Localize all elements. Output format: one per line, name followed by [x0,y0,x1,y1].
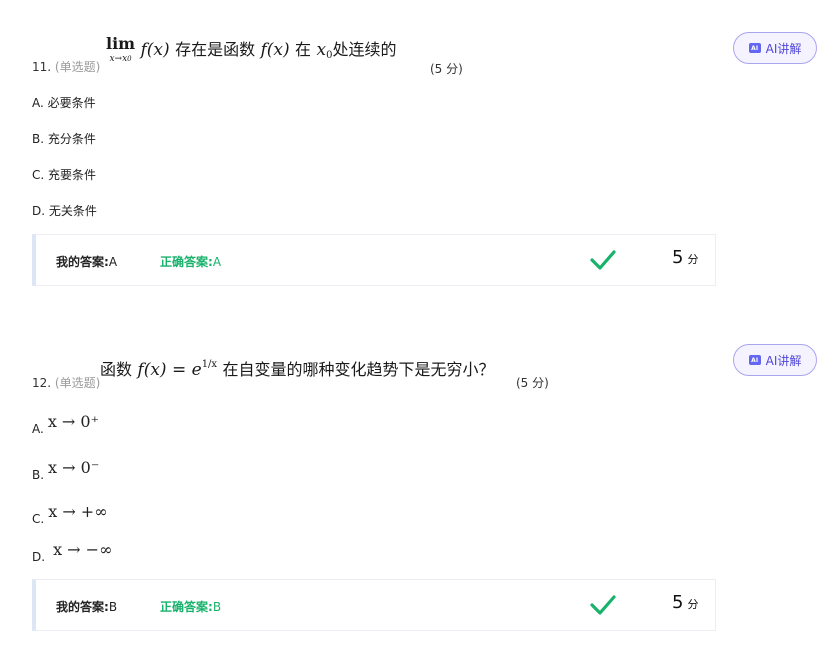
option-d: D. x → −∞ [32,540,113,564]
correct-answer: 正确答案:A [160,255,222,269]
question-header: 12. (单选题) [32,374,100,391]
option-b: B. 充分条件 [32,132,96,146]
ai-explain-label: AI讲解 [765,41,802,56]
question-type: (单选题) [54,376,101,390]
ai-explain-label: AI讲解 [765,353,802,368]
option-d: D. 无关条件 [32,204,97,218]
option-b: B. x → 0⁻ [32,458,100,482]
ai-explain-button[interactable]: AI AI讲解 [733,32,817,64]
ai-icon: AI [748,43,761,53]
my-answer: 我的答案:B [56,600,118,614]
question-number: 11. [32,60,52,74]
ai-icon: AI [748,355,761,365]
question-number: 12. [32,376,52,390]
answer-panel: 我的答案:A 正确答案:A 5分 [32,234,716,286]
correct-answer: 正确答案:B [160,600,222,614]
question-score-tag: (5 分) [516,376,549,390]
check-icon [590,595,616,615]
answer-panel: 我的答案:B 正确答案:B 5分 [32,579,716,631]
option-c: C. x → +∞ [32,502,108,526]
question-stem: 函数 f(x) = e1/x 在自变量的哪种变化趋势下是无穷小？ [100,359,495,380]
my-answer: 我的答案:A [56,255,118,269]
question-stem: lim x→x0 f(x) 存在是函数 f(x) 在 x0处连续的 [106,34,397,64]
question-score-tag: (5 分) [430,62,463,76]
question-header: 11. (单选题) [32,58,100,75]
question-points: 5分 [672,247,699,268]
option-a: A. 必要条件 [32,96,96,110]
ai-explain-button[interactable]: AI AI讲解 [733,344,817,376]
limit-operator: lim x→x0 [106,34,136,64]
question-type: (单选题) [54,60,101,74]
option-a: A. x → 0⁺ [32,412,100,436]
option-c: C. 充要条件 [32,168,97,182]
check-icon [590,250,616,270]
question-points: 5分 [672,592,699,613]
